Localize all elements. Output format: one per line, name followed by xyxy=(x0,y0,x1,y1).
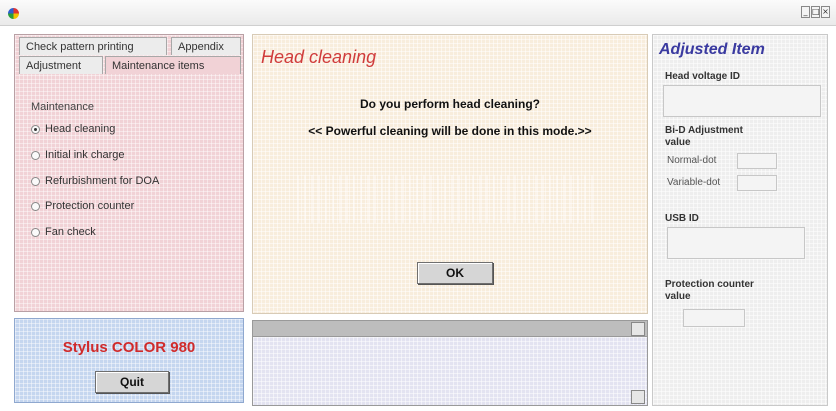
head-voltage-label: Head voltage ID xyxy=(665,71,741,82)
radio-label: Fan check xyxy=(45,226,96,238)
model-name: Stylus COLOR 980 xyxy=(62,339,196,356)
page-title: Head cleaning xyxy=(261,47,377,67)
window-controls: _ □ × xyxy=(801,6,830,18)
faint-message-area xyxy=(297,175,597,223)
app-icon xyxy=(8,8,19,19)
protection-counter-field xyxy=(683,309,745,327)
tab-adjustment[interactable]: Adjustment xyxy=(19,56,103,74)
maintenance-group-label: Maintenance xyxy=(31,101,94,113)
tab-appendix[interactable]: Appendix xyxy=(171,37,241,55)
radio-icon[interactable] xyxy=(31,150,40,160)
bid-adjustment-label: Bi-D Adjustment value xyxy=(665,125,743,148)
log-header xyxy=(253,321,647,337)
minimize-button[interactable]: _ xyxy=(801,6,810,18)
head-cleaning-panel: Head cleaning Do you perform head cleani… xyxy=(252,34,648,314)
head-voltage-field xyxy=(663,85,821,117)
scroll-up-button[interactable] xyxy=(631,322,645,336)
maintenance-panel: Check pattern printing Appendix Adjustme… xyxy=(14,34,244,312)
mode-note: << Powerful cleaning will be done in thi… xyxy=(308,124,592,138)
radio-selected-icon[interactable] xyxy=(31,124,40,134)
radio-initial-ink-charge[interactable]: Initial ink charge xyxy=(31,147,125,163)
tab-maintenance-items[interactable]: Maintenance items xyxy=(105,56,241,74)
usb-id-label: USB ID xyxy=(665,213,699,224)
radio-label: Head cleaning xyxy=(45,123,116,135)
log-area[interactable] xyxy=(252,320,648,406)
adjusted-item-title: Adjusted Item xyxy=(659,41,765,58)
radio-icon[interactable] xyxy=(31,227,40,237)
scroll-down-button[interactable] xyxy=(631,390,645,404)
radio-label: Protection counter xyxy=(45,200,135,212)
protection-counter-label: Protection counter value xyxy=(665,279,754,302)
tab-check-pattern-printing[interactable]: Check pattern printing xyxy=(19,37,167,55)
radio-refurbishment-for-doa[interactable]: Refurbishment for DOA xyxy=(31,173,159,189)
normal-dot-label: Normal-dot xyxy=(667,155,717,166)
ok-button[interactable]: OK xyxy=(417,262,493,284)
model-panel: Stylus COLOR 980 Quit xyxy=(14,318,244,403)
usb-id-field xyxy=(667,227,805,259)
radio-icon[interactable] xyxy=(31,201,40,211)
radio-head-cleaning[interactable]: Head cleaning xyxy=(31,121,115,137)
radio-label: Initial ink charge xyxy=(45,149,125,161)
radio-protection-counter[interactable]: Protection counter xyxy=(31,198,134,214)
variable-dot-field xyxy=(737,175,777,191)
radio-fan-check[interactable]: Fan check xyxy=(31,224,96,240)
quit-button[interactable]: Quit xyxy=(95,371,169,393)
normal-dot-field xyxy=(737,153,777,169)
close-button[interactable]: × xyxy=(821,6,830,18)
adjusted-item-panel: Adjusted Item Head voltage ID Bi-D Adjus… xyxy=(652,34,828,406)
maximize-button[interactable]: □ xyxy=(811,6,820,18)
variable-dot-label: Variable-dot xyxy=(667,177,721,188)
radio-label: Refurbishment for DOA xyxy=(45,175,160,187)
title-bar: _ □ × xyxy=(0,0,836,26)
radio-icon[interactable] xyxy=(31,176,40,186)
question-text: Do you perform head cleaning? xyxy=(359,97,541,111)
